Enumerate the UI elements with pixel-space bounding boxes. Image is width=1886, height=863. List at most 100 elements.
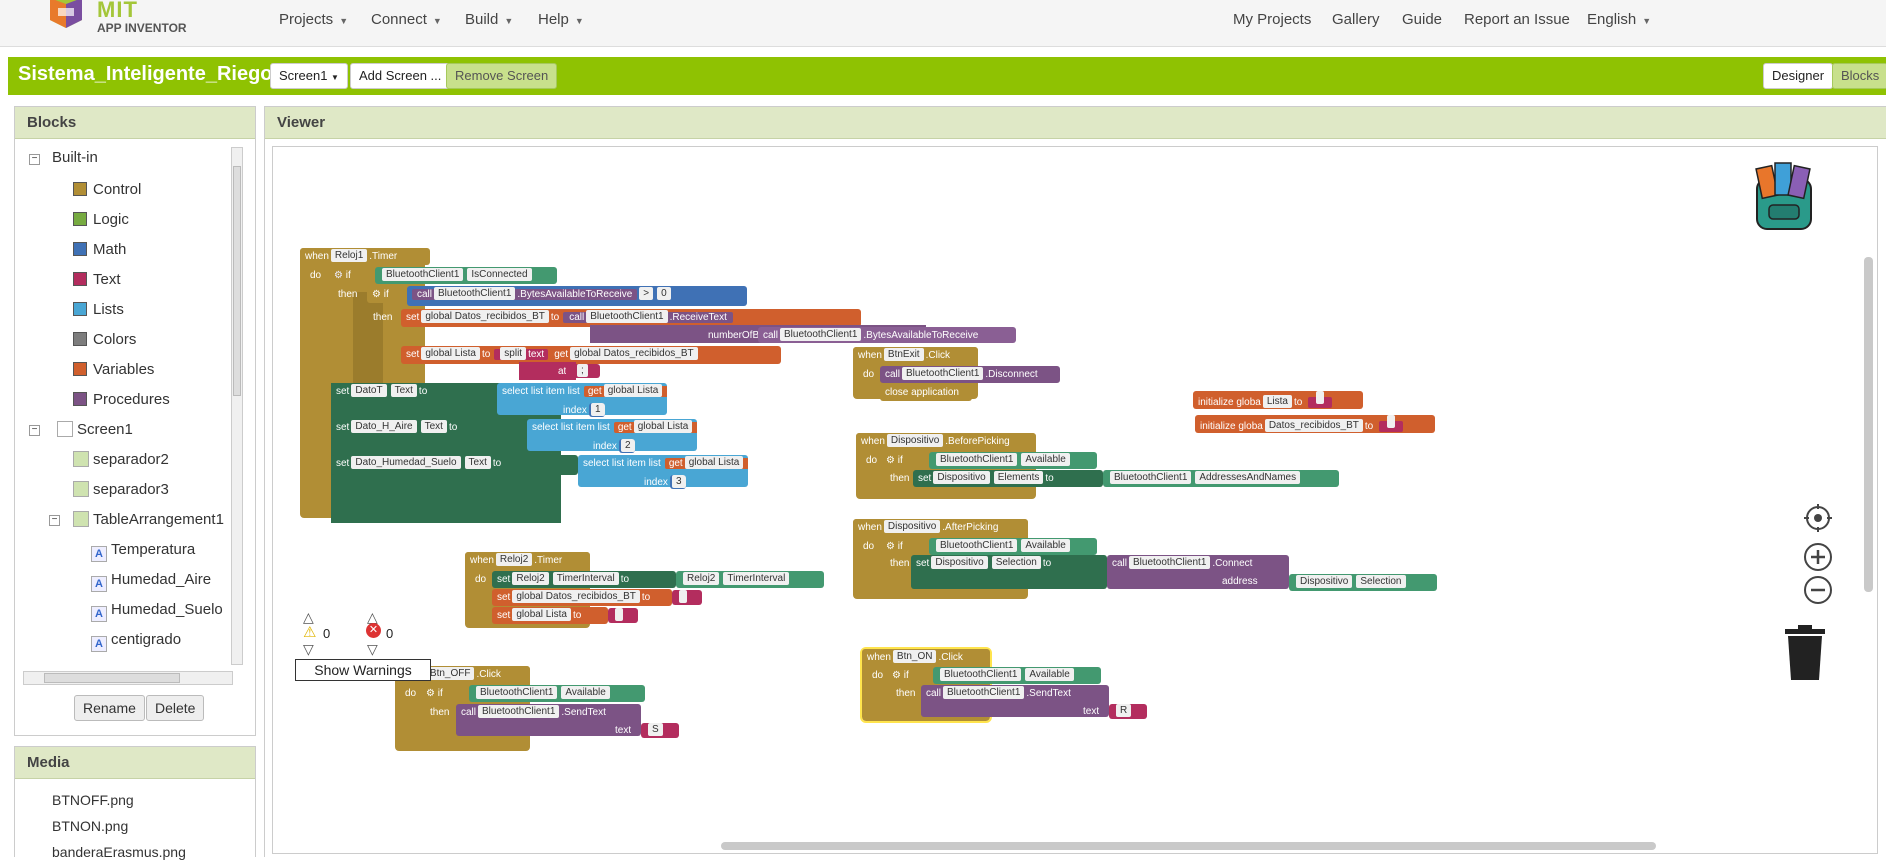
variable-dropdown[interactable]: global Datos_recibidos_BT (421, 310, 549, 323)
set-timerinterval[interactable]: set Reloj2 TimerInterval to (492, 571, 676, 588)
text-value[interactable] (615, 608, 623, 621)
language-menu[interactable]: English ▼ (1587, 11, 1651, 28)
tree-builtin[interactable]: Built-in (52, 147, 98, 169)
if-block[interactable]: ⚙ if (881, 538, 929, 555)
component-dropdown[interactable]: Reloj2 (512, 572, 549, 585)
split-dropdown[interactable]: split (500, 347, 527, 360)
component-dropdown[interactable]: BluetoothClient1 (478, 705, 560, 718)
empty-text-literal[interactable] (1308, 391, 1333, 408)
set-selection[interactable]: set Dispositivo Selection to (911, 555, 1107, 589)
component-dropdown[interactable]: BluetoothClient1 (936, 453, 1018, 466)
bt-available-getter[interactable]: BluetoothClient1 Available (929, 452, 1097, 469)
component-dropdown[interactable]: BluetoothClient1 (434, 287, 516, 300)
text-value[interactable] (679, 590, 687, 603)
tree-item-control[interactable]: Control (73, 179, 141, 201)
set-dato-humedad-suelo[interactable]: set Dato_Humedad_Suelo Text to (331, 455, 578, 475)
app-inventor-logo[interactable]: MIT APP INVENTOR (40, 0, 190, 40)
component-dropdown[interactable]: BluetoothClient1 (1110, 471, 1192, 484)
call-disconnect[interactable]: call BluetoothClient1 .Disconnect (880, 366, 1060, 383)
call-receivetext[interactable]: call BluetoothClient1 .ReceiveText (563, 310, 733, 323)
gallery-link[interactable]: Gallery (1332, 11, 1380, 28)
tree-item-variables[interactable]: Variables (73, 359, 154, 381)
empty-text-literal[interactable] (1379, 415, 1404, 432)
compare-block[interactable]: call BluetoothClient1 .BytesAvailableToRec… (407, 286, 747, 306)
text-value[interactable]: S (648, 723, 663, 736)
component-dropdown[interactable]: BluetoothClient1 (476, 686, 558, 699)
number-literal[interactable]: 3 (672, 475, 686, 488)
set-elements[interactable]: set Dispositivo Elements to (913, 470, 1103, 487)
operator-dropdown[interactable]: > (639, 287, 654, 300)
tree-horizontal-scrollbar[interactable] (23, 671, 233, 685)
bt-isconnected-getter[interactable]: BluetoothClient1 IsConnected (375, 267, 557, 284)
add-screen-button[interactable]: Add Screen ... (350, 63, 451, 89)
property-dropdown[interactable]: Selection (1356, 575, 1406, 588)
text-value[interactable] (1387, 415, 1396, 428)
recenter-icon[interactable] (1803, 503, 1833, 533)
component-dropdown[interactable]: Btn_ON (892, 650, 937, 663)
tree-item-procedures[interactable]: Procedures (73, 389, 170, 411)
my-projects-link[interactable]: My Projects (1233, 11, 1311, 28)
empty-text-literal[interactable] (608, 608, 638, 623)
get-global-datos[interactable]: get global Datos_recibidos_BT (550, 347, 703, 360)
init-global-datos[interactable]: initialize globa Datos_recibidos_BT to (1195, 415, 1435, 433)
guide-link[interactable]: Guide (1402, 11, 1442, 28)
zoom-out-icon[interactable] (1803, 575, 1833, 605)
arrow-down-icon[interactable]: ▽ (303, 641, 314, 658)
projects-menu[interactable]: Projects ▼ (279, 11, 348, 28)
tree-humedad-suelo[interactable]: A Humedad_Suelo (91, 599, 223, 622)
help-menu[interactable]: Help ▼ (538, 11, 584, 28)
property-dropdown[interactable]: Available (1021, 539, 1070, 552)
collapse-icon[interactable]: − (29, 154, 40, 165)
media-file[interactable]: BTNOFF.png (52, 789, 134, 811)
get-global-lista[interactable]: get global Lista (664, 456, 748, 469)
delete-button[interactable]: Delete (146, 695, 205, 721)
if-block[interactable]: ⚙ if (367, 286, 407, 303)
tree-separador2[interactable]: separador2 (73, 449, 169, 471)
zoom-in-icon[interactable] (1803, 542, 1833, 572)
screen-select[interactable]: Screen1 ▼ (270, 63, 348, 89)
component-dropdown[interactable]: Dispositivo (1296, 575, 1353, 588)
variable-name-field[interactable]: Datos_recibidos_BT (1264, 419, 1363, 432)
component-dropdown[interactable]: BluetoothClient1 (943, 686, 1025, 699)
init-global-lista[interactable]: initialize globa Lista to (1193, 391, 1363, 409)
set-datot[interactable]: set DatoT Text to (331, 383, 497, 403)
show-warnings-button[interactable]: Show Warnings (295, 659, 431, 681)
property-dropdown[interactable]: Text (390, 384, 417, 397)
collapse-icon[interactable]: − (29, 425, 40, 436)
build-menu[interactable]: Build ▼ (465, 11, 513, 28)
tree-vertical-scrollbar[interactable] (231, 147, 243, 665)
split-block[interactable]: split text (494, 347, 549, 360)
component-dropdown[interactable]: Reloj2 (495, 553, 533, 566)
component-dropdown[interactable]: Dato_H_Aire (351, 420, 417, 433)
component-dropdown[interactable]: BluetoothClient1 (1129, 556, 1211, 569)
number-literal[interactable]: 0 (657, 287, 671, 300)
scroll-thumb[interactable] (233, 166, 241, 396)
text-value[interactable]: R (1116, 704, 1132, 717)
bt-available-getter[interactable]: BluetoothClient1 Available (929, 538, 1097, 555)
text-value[interactable]: ; (577, 364, 588, 377)
workspace-vertical-scrollbar[interactable] (1864, 257, 1873, 592)
blocks-workspace[interactable]: when Reloj1 .Timer do ⚙ if BluetoothClient… (272, 146, 1878, 854)
variable-dropdown[interactable]: global Datos_recibidos_BT (512, 590, 640, 603)
tree-item-math[interactable]: Math (73, 239, 126, 261)
component-dropdown[interactable]: Dato_Humedad_Suelo (351, 456, 461, 469)
workspace-horizontal-scrollbar[interactable] (721, 842, 1656, 850)
get-global-lista[interactable]: get global Lista (583, 384, 667, 397)
component-dropdown[interactable]: BluetoothClient1 (902, 367, 984, 380)
component-dropdown[interactable]: BluetoothClient1 (936, 539, 1018, 552)
get-timerinterval[interactable]: Reloj2 TimerInterval (676, 571, 824, 588)
component-dropdown[interactable]: Reloj2 (683, 572, 720, 585)
component-dropdown[interactable]: Dispositivo (886, 434, 944, 447)
tree-item-text[interactable]: Text (73, 269, 121, 291)
component-dropdown[interactable]: BluetoothClient1 (586, 310, 668, 323)
bt-available-getter[interactable]: BluetoothClient1 Available (933, 667, 1101, 684)
number-literal[interactable]: 1 (591, 403, 605, 416)
property-dropdown[interactable]: Available (1025, 668, 1074, 681)
number-block[interactable]: 1 (589, 403, 605, 417)
trash-icon[interactable] (1783, 625, 1827, 681)
call-connect[interactable]: call BluetoothClient1 .Connect (1107, 555, 1289, 589)
text-value[interactable] (1316, 391, 1325, 404)
component-dropdown[interactable]: BtnExit (883, 348, 924, 361)
tree-separador3[interactable]: separador3 (73, 479, 169, 501)
selection-getter[interactable]: Dispositivo Selection (1289, 574, 1437, 591)
